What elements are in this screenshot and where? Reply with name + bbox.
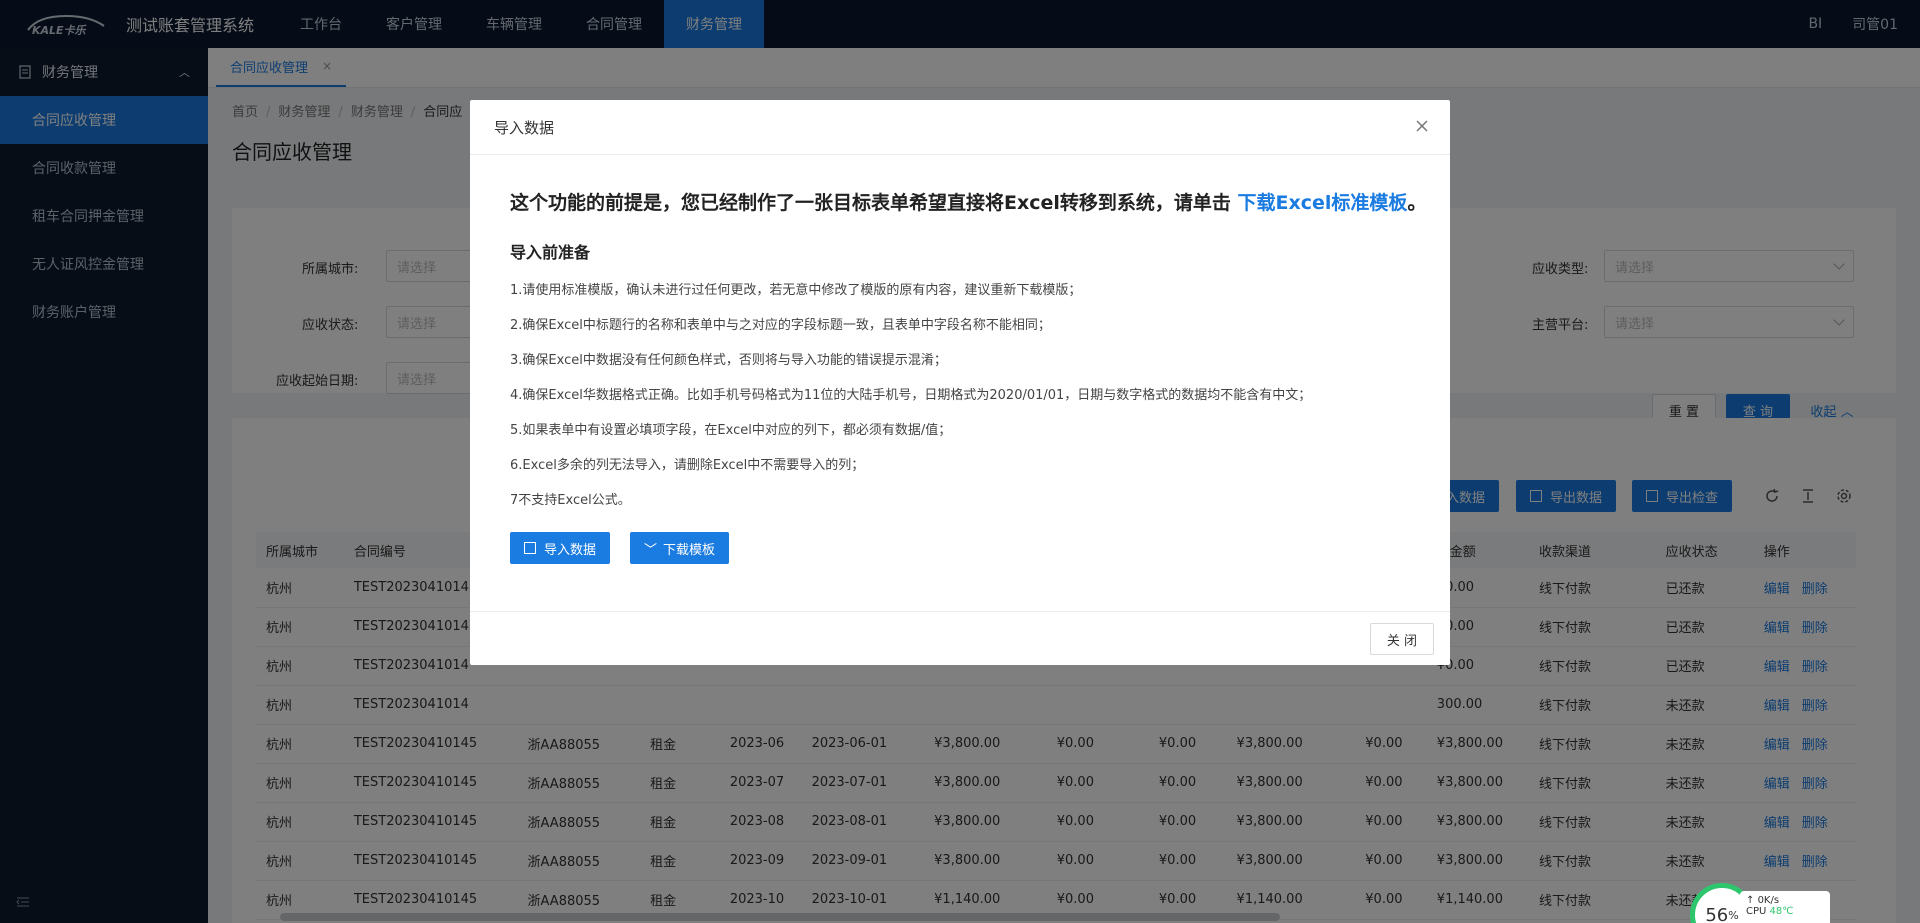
performance-widget[interactable]: 56% ↑ 0K/s CPU 48℃ (1690, 883, 1840, 923)
dialog-footer: 关 闭 (470, 611, 1450, 665)
dialog-close-button[interactable]: 关 闭 (1370, 623, 1434, 655)
rule-item: 4.确保Excel华数据格式正确。比如手机号码格式为11位的大陆手机号，日期格式… (510, 388, 1312, 403)
dialog-import-button[interactable]: 导入数据 (510, 532, 611, 564)
import-data-dialog: 导入数据 这个功能的前提是，您已经制作了一张目标表单希望直接将Excel转移到系… (470, 100, 1450, 665)
rule-item: 1.请使用标准模版，确认未进行过任何更改，若无意中修改了模版的原有内容，建议重新… (510, 283, 1082, 298)
download-template-link[interactable]: 下载Excel标准模板 (1238, 192, 1408, 214)
perf-stats: ↑ 0K/s CPU 48℃ (1740, 891, 1830, 923)
dialog-title: 导入数据 (470, 100, 1450, 155)
prep-title: 导入前准备 (510, 243, 591, 262)
chevron-down-icon: ﹀ (644, 542, 658, 558)
rule-item: 6.Excel多余的列无法导入，请删除Excel中不需要导入的列； (510, 458, 865, 473)
dialog-download-button[interactable]: ﹀ 下载模板 (630, 532, 730, 564)
rule-item: 7不支持Excel公式。 (510, 493, 631, 508)
dialog-body: 这个功能的前提是，您已经制作了一张目标表单希望直接将Excel转移到系统，请单击… (510, 188, 1427, 508)
rule-item: 2.确保Excel中标题行的名称和表单中与之对应的字段标题一致，且表单中字段名称… (510, 318, 1051, 333)
rule-item: 5.如果表单中有设置必填项字段，在Excel中对应的列下，都必须有数据/值； (510, 423, 952, 438)
cpu-temp: CPU 48℃ (1746, 906, 1794, 917)
net-speed: ↑ 0K/s (1746, 895, 1780, 906)
dialog-lead: 这个功能的前提是，您已经制作了一张目标表单希望直接将Excel转移到系统，请单击… (510, 192, 1427, 214)
close-icon[interactable] (1412, 116, 1432, 136)
import-icon (524, 542, 536, 554)
rule-item: 3.确保Excel中数据没有任何颜色样式，否则将与导入功能的错误提示混淆； (510, 353, 947, 368)
